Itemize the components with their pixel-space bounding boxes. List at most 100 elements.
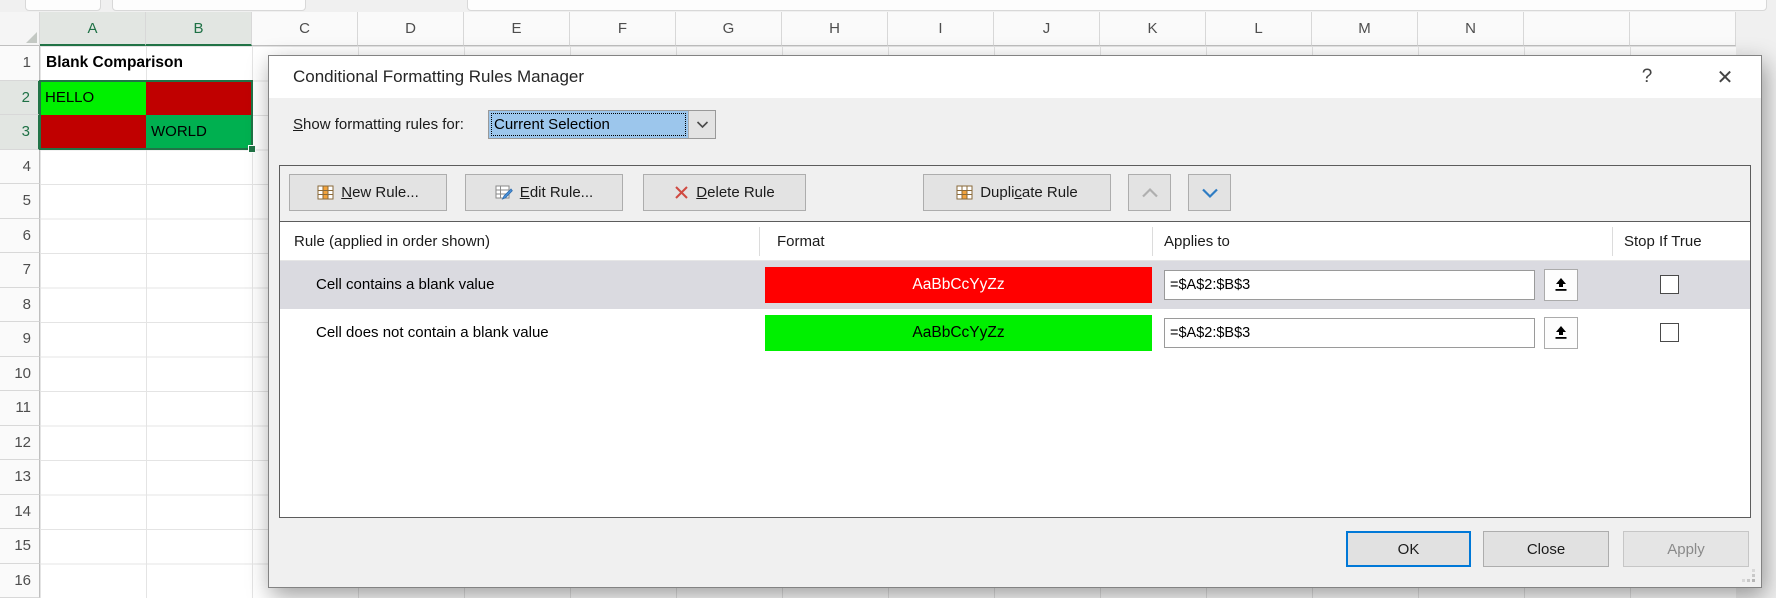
- edit-rule-button[interactable]: Edit Rule...: [465, 174, 623, 211]
- row-header-6[interactable]: 6: [0, 219, 40, 254]
- cell-b2[interactable]: [146, 81, 252, 116]
- apply-button[interactable]: Apply: [1623, 531, 1749, 567]
- column-header-D[interactable]: D: [358, 12, 464, 46]
- header-separator: [759, 227, 760, 256]
- show-rules-dropdown[interactable]: Current Selection: [488, 110, 716, 139]
- row-header-3[interactable]: 3: [0, 115, 40, 150]
- row-header-16[interactable]: 16: [0, 564, 40, 598]
- column-header-H[interactable]: H: [782, 12, 888, 46]
- fill-handle[interactable]: [248, 145, 256, 153]
- column-header-G[interactable]: G: [676, 12, 782, 46]
- select-all-corner[interactable]: [0, 12, 40, 46]
- collapse-dialog-button[interactable]: [1544, 317, 1578, 349]
- duplicate-rule-label: Duplicate Rule: [980, 184, 1078, 201]
- show-rules-label: Show formatting rules for:: [293, 116, 464, 133]
- header-applies-column: Applies to: [1164, 222, 1230, 261]
- dropdown-arrow-button[interactable]: [688, 111, 715, 138]
- rule-row-not-blank[interactable]: Cell does not contain a blank value AaBb…: [280, 309, 1750, 357]
- row-header-8[interactable]: 8: [0, 288, 40, 323]
- row-header-12[interactable]: 12: [0, 426, 40, 461]
- column-header-C[interactable]: C: [252, 12, 358, 46]
- help-button[interactable]: ?: [1629, 60, 1665, 94]
- duplicate-rule-button[interactable]: Duplicate Rule: [923, 174, 1111, 211]
- column-header-unlabeled[interactable]: [1524, 12, 1630, 46]
- row-header-5[interactable]: 5: [0, 184, 40, 219]
- formula-input-remnant: [467, 0, 1767, 11]
- excel-window: ABCDEFGHIJKLMN 12345678910111213141516 B…: [0, 0, 1776, 598]
- header-separator: [1152, 227, 1153, 256]
- column-headers: ABCDEFGHIJKLMN: [0, 12, 1776, 46]
- row-header-15[interactable]: 15: [0, 529, 40, 564]
- rules-list-header: Rule (applied in order shown) Format App…: [280, 222, 1750, 261]
- row-header-11[interactable]: 11: [0, 391, 40, 426]
- cell-a2[interactable]: HELLO: [40, 81, 146, 116]
- collapse-dialog-button[interactable]: [1544, 269, 1578, 301]
- rule-name: Cell contains a blank value: [316, 261, 494, 309]
- new-rule-label: New Rule...: [341, 184, 419, 201]
- stop-if-true-checkbox[interactable]: [1660, 275, 1679, 294]
- stop-if-true-checkbox[interactable]: [1660, 323, 1679, 342]
- column-header-K[interactable]: K: [1100, 12, 1206, 46]
- delete-rule-label: Delete Rule: [696, 184, 774, 201]
- format-preview: AaBbCcYyZz: [765, 267, 1152, 303]
- ok-button[interactable]: OK: [1346, 531, 1471, 567]
- column-header-unlabeled[interactable]: [1630, 12, 1736, 46]
- new-rule-button[interactable]: New Rule...: [289, 174, 447, 211]
- formula-bar-strip: [0, 0, 1776, 12]
- column-header-E[interactable]: E: [464, 12, 570, 46]
- row-header-1[interactable]: 1: [0, 46, 40, 81]
- delete-rule-button[interactable]: Delete Rule: [643, 174, 806, 211]
- header-rule-column: Rule (applied in order shown): [294, 222, 490, 261]
- row-header-9[interactable]: 9: [0, 322, 40, 357]
- cell-a1[interactable]: Blank Comparison: [41, 46, 261, 81]
- cell-a3[interactable]: [40, 115, 146, 150]
- dialog-titlebar[interactable]: Conditional Formatting Rules Manager ? ✕: [269, 56, 1761, 98]
- column-header-F[interactable]: F: [570, 12, 676, 46]
- row-header-14[interactable]: 14: [0, 495, 40, 530]
- name-box-remnant: [25, 0, 101, 11]
- column-header-M[interactable]: M: [1312, 12, 1418, 46]
- conditional-formatting-rules-manager-dialog: Conditional Formatting Rules Manager ? ✕…: [268, 55, 1762, 588]
- rule-name: Cell does not contain a blank value: [316, 309, 549, 357]
- range-picker-icon: [1553, 325, 1569, 341]
- column-header-I[interactable]: I: [888, 12, 994, 46]
- edit-rule-label: Edit Rule...: [520, 184, 593, 201]
- chevron-up-icon: [1140, 187, 1160, 199]
- applies-to-input[interactable]: =$A$2:$B$3: [1164, 270, 1535, 300]
- chevron-down-icon: [696, 120, 709, 129]
- rules-list: Cell contains a blank value AaBbCcYyZz =…: [280, 261, 1750, 517]
- format-preview: AaBbCcYyZz: [765, 315, 1152, 351]
- move-rule-up-button[interactable]: [1128, 174, 1171, 211]
- resize-grip[interactable]: [1742, 569, 1756, 583]
- close-button[interactable]: ✕: [1707, 60, 1743, 94]
- row-headers: 12345678910111213141516: [0, 46, 40, 598]
- cell-b3[interactable]: WORLD: [146, 115, 252, 150]
- dialog-title: Conditional Formatting Rules Manager: [293, 56, 584, 98]
- show-rules-dropdown-value: Current Selection: [489, 111, 688, 138]
- column-header-L[interactable]: L: [1206, 12, 1312, 46]
- close-icon: ✕: [1717, 65, 1734, 90]
- rule-row-blank[interactable]: Cell contains a blank value AaBbCcYyZz =…: [280, 261, 1750, 309]
- rules-frame: New Rule... Edit Rule... Delete Rule Dup…: [279, 165, 1751, 518]
- help-icon: ?: [1642, 66, 1653, 88]
- row-header-7[interactable]: 7: [0, 253, 40, 288]
- row-header-13[interactable]: 13: [0, 460, 40, 495]
- move-rule-down-button[interactable]: [1188, 174, 1231, 211]
- column-header-J[interactable]: J: [994, 12, 1100, 46]
- column-header-N[interactable]: N: [1418, 12, 1524, 46]
- close-dialog-button[interactable]: Close: [1483, 531, 1609, 567]
- range-picker-icon: [1553, 277, 1569, 293]
- formula-bar-remnant: [112, 0, 306, 11]
- row-header-4[interactable]: 4: [0, 150, 40, 185]
- row-header-10[interactable]: 10: [0, 357, 40, 392]
- row-header-2[interactable]: 2: [0, 81, 40, 116]
- edit-rule-icon: [495, 184, 513, 201]
- column-header-A[interactable]: A: [40, 12, 146, 46]
- new-rule-icon: [317, 184, 334, 201]
- delete-rule-icon: [674, 185, 689, 200]
- header-separator: [1612, 227, 1613, 256]
- column-header-B[interactable]: B: [146, 12, 252, 46]
- header-format-column: Format: [777, 222, 825, 261]
- rules-toolbar: New Rule... Edit Rule... Delete Rule Dup…: [280, 166, 1750, 222]
- applies-to-input[interactable]: =$A$2:$B$3: [1164, 318, 1535, 348]
